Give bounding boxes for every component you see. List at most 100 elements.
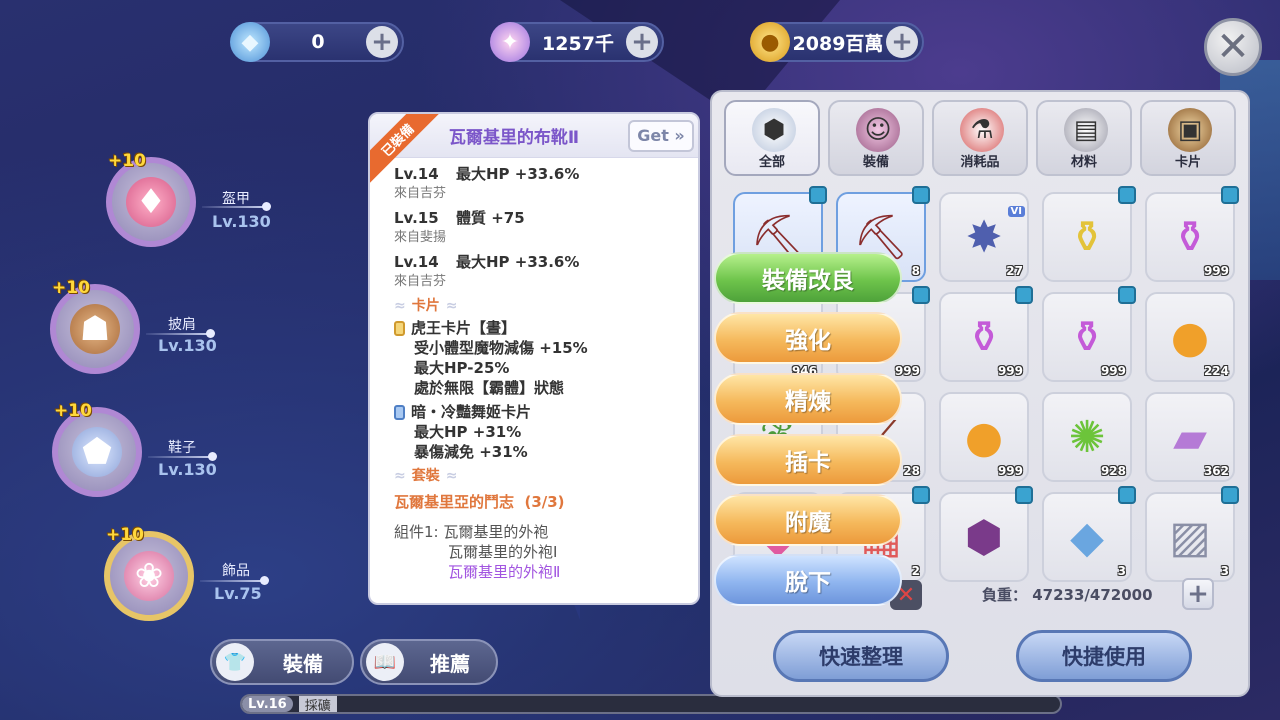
attribute-source: 來自吉芬 [394, 274, 447, 289]
accessory-icon: ❀ [124, 551, 174, 601]
card-name: 虎王卡片【晝】 [394, 318, 684, 338]
lock-icon [1118, 486, 1136, 504]
lock-icon [1015, 286, 1033, 304]
armor-slot-label: 盔甲 [222, 191, 250, 207]
accessory-slot[interactable]: +10 ❀ [104, 525, 194, 621]
inventory-slot[interactable]: ⚱999 [1145, 186, 1239, 282]
material-icon: ▤ [1064, 108, 1108, 152]
inventory-slot[interactable]: ⬢ [939, 486, 1033, 582]
set-component: 瓦爾基里的外袍Ⅰ [448, 543, 558, 561]
tab-equipment[interactable]: 👕 裝備 [210, 639, 354, 685]
add-zeny-button[interactable]: + [886, 26, 918, 58]
item-quantity: 28 [903, 464, 920, 478]
item-quantity: 2 [911, 564, 920, 578]
lime-icon: ✺ [1068, 411, 1106, 463]
quick-sort-button[interactable]: 快速整理 [773, 630, 949, 682]
all-items-icon: ⬢ [752, 108, 796, 152]
tab-recommend[interactable]: 📖 推薦 [360, 639, 498, 685]
insert-card-button[interactable]: 插卡 [714, 434, 902, 486]
wing-ornament-icon: ≈ [445, 468, 458, 484]
item-quantity: 8 [911, 264, 920, 278]
set-component: 瓦爾基里的外袍 [443, 523, 549, 541]
set-name: 瓦爾基里亞的鬥志 (3/3) [394, 492, 684, 512]
tab-all-label: 全部 [758, 155, 785, 170]
tab-material[interactable]: ▤ 材料 [1036, 100, 1132, 176]
get-source-button[interactable]: Get » [628, 119, 694, 152]
item-quantity: 3 [1117, 564, 1126, 578]
armor-slot[interactable]: +10 ♦ [106, 151, 196, 247]
item-quantity: 27 [1006, 264, 1023, 278]
attribute-stat: 體質 +75 [456, 209, 525, 227]
refine-badge: +10 [106, 525, 144, 545]
item-tooltip: 已裝備 瓦爾基里的布靴Ⅱ Get » Lv.14 最大HP +33.6% 來自吉芬… [368, 112, 700, 605]
cape-slot-level: Lv.130 [158, 336, 217, 355]
refine-button[interactable]: 精煉 [714, 373, 902, 425]
gold-card-icon [394, 320, 405, 336]
inventory-slot[interactable]: ▨ 3 [1145, 486, 1239, 582]
blue-card-icon [394, 404, 405, 420]
stone-tablet-icon: ▨ [1169, 511, 1211, 563]
enchant-button[interactable]: 附魔 [714, 494, 902, 546]
upgrade-equipment-button[interactable]: 裝備改良 [714, 252, 902, 304]
unequip-button[interactable]: 脫下 [714, 554, 902, 606]
inventory-slot[interactable]: ⚱999 [1042, 286, 1136, 382]
set-count: (3/3) [524, 493, 565, 511]
purple-potion-icon: ⚱ [1171, 211, 1209, 263]
quick-use-button[interactable]: 快捷使用 [1016, 630, 1192, 682]
shoes-slot[interactable]: +10 ⬟ [52, 401, 142, 497]
tab-recommend-label: 推薦 [430, 651, 470, 676]
tab-consumable[interactable]: ⚗ 消耗品 [932, 100, 1028, 176]
item-quantity: 999 [1100, 364, 1126, 378]
card-name: 暗・冷豔舞姬卡片 [394, 402, 684, 422]
armor-icon: ♦ [126, 177, 176, 227]
add-crystal-button[interactable]: + [626, 26, 658, 58]
card-icon: ▣ [1168, 108, 1212, 152]
inventory-slot[interactable]: ● 999 [939, 392, 1029, 482]
lock-icon [1118, 286, 1136, 304]
inventory-slot[interactable]: ✺ 928 [1042, 392, 1132, 482]
diamond-icon: ◆ [230, 22, 270, 62]
inventory-slot[interactable]: VI ✸ 27 [939, 192, 1029, 282]
equipment-icon: ☺ [856, 108, 900, 152]
set-components: 組件1: 瓦爾基里的外袍 瓦爾基里的外袍Ⅰ 瓦爾基里的外袍Ⅱ [394, 522, 684, 582]
tab-equipment-label: 裝備 [283, 651, 323, 676]
shoes-icon: ⬟ [72, 427, 122, 477]
tab-equipment-filter[interactable]: ☺ 裝備 [828, 100, 924, 176]
lock-icon [912, 286, 930, 304]
expand-weight-button[interactable]: + [1182, 578, 1214, 610]
close-button[interactable]: ✕ [1204, 18, 1262, 76]
cape-slot[interactable]: +10 ☗ [50, 278, 140, 374]
wing-ornament-icon: ≈ [445, 298, 458, 314]
inventory-slot[interactable]: ◆ 3 [1042, 486, 1136, 582]
item-quantity: 999 [1203, 264, 1229, 278]
tab-card[interactable]: ▣ 卡片 [1140, 100, 1236, 176]
weight-display: 負重： 47233/472000 [982, 584, 1153, 605]
dark-gem-icon: ⬢ [964, 511, 1004, 563]
inventory-slot[interactable]: ▰ 362 [1145, 392, 1235, 482]
experience-bar: Lv.16 採礦 [240, 694, 1062, 714]
card-section-title: ≈ 卡片 ≈ [394, 296, 684, 316]
attribute-level: Lv.14 [394, 253, 439, 271]
attribute-stat: 最大HP +33.6% [456, 165, 580, 183]
accessory-slot-level: Lv.75 [214, 584, 262, 603]
item-quantity: 362 [1203, 464, 1229, 478]
refine-badge: +10 [52, 278, 90, 298]
set-components-label: 組件1: [394, 523, 439, 541]
lock-icon [1015, 486, 1033, 504]
diamond-value: 0 [311, 31, 325, 53]
set-name-text: 瓦爾基里亞的鬥志 [394, 493, 515, 511]
lock-icon [1221, 186, 1239, 204]
inventory-slot[interactable]: ⚱999 [939, 286, 1033, 382]
set-component-active: 瓦爾基里的外袍Ⅱ [448, 563, 561, 581]
inventory-slot[interactable]: ⚱ [1042, 186, 1136, 282]
blue-crystal-icon: ◆ [1070, 511, 1104, 563]
enhance-button[interactable]: 強化 [714, 312, 902, 364]
crystal-currency-bar: ✦ 1257千 + [490, 22, 664, 62]
player-level: Lv.16 [242, 696, 293, 712]
inventory-slot[interactable]: ● 224 [1145, 292, 1235, 382]
tab-all[interactable]: ⬢ 全部 [724, 100, 820, 176]
attribute-level: Lv.15 [394, 209, 439, 227]
purple-potion-icon: ⚱ [1068, 311, 1106, 363]
accessory-slot-label: 飾品 [222, 563, 250, 579]
add-diamond-button[interactable]: + [366, 26, 398, 58]
